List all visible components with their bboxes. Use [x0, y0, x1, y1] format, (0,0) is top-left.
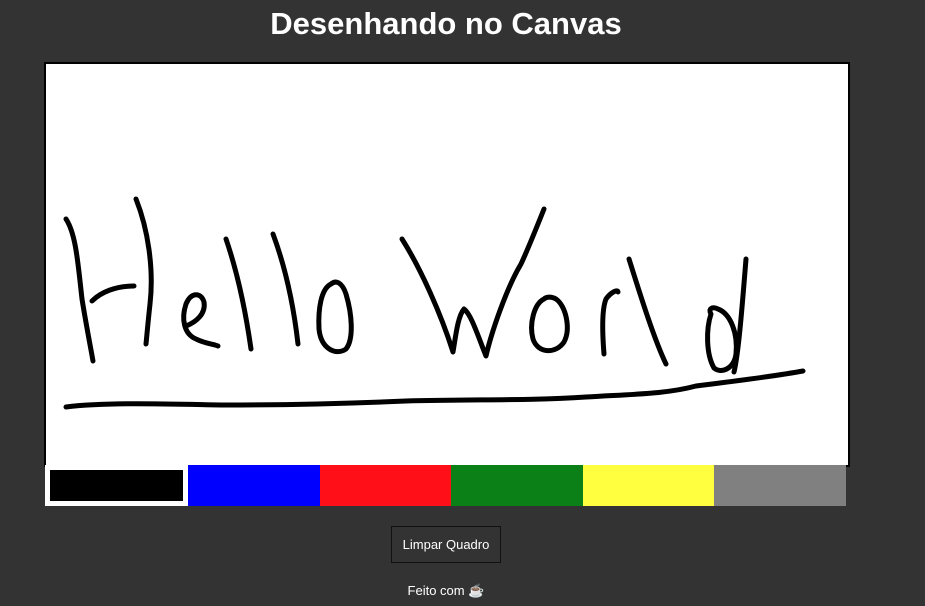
stroke-r — [600, 288, 621, 357]
footer-text: Feito com — [407, 583, 465, 598]
stroke-h-right — [133, 196, 154, 347]
stroke-e — [181, 292, 221, 349]
stroke-underline — [63, 368, 806, 410]
coffee-icon: ☕ — [468, 583, 485, 598]
drawing-surface[interactable] — [46, 64, 848, 465]
page-title: Desenhando no Canvas — [270, 6, 622, 41]
swatch-gray[interactable] — [714, 465, 846, 506]
drawing-strokes — [63, 196, 806, 410]
stroke-l2 — [270, 231, 301, 347]
footer: Feito com ☕ — [0, 582, 892, 600]
stroke-d-stem — [731, 256, 749, 375]
stroke-h-cross — [89, 283, 137, 304]
color-palette — [45, 465, 846, 506]
drawing-canvas[interactable] — [44, 62, 850, 467]
swatch-black[interactable] — [45, 465, 188, 506]
swatch-green[interactable] — [451, 465, 583, 506]
stroke-w — [399, 206, 547, 359]
stroke-o — [316, 279, 354, 355]
swatch-blue[interactable] — [188, 465, 320, 506]
clear-canvas-button[interactable]: Limpar Quadro — [391, 526, 501, 563]
page: Desenhando no Canvas Limpar Quadro Feito… — [0, 0, 925, 606]
stroke-l1 — [223, 236, 254, 352]
stroke-d-bowl — [705, 305, 739, 373]
swatch-red[interactable] — [319, 465, 452, 506]
swatch-yellow[interactable] — [582, 465, 715, 506]
stroke-h-left — [63, 216, 96, 364]
stroke-l3 — [626, 256, 669, 367]
stroke-o2 — [529, 294, 570, 354]
